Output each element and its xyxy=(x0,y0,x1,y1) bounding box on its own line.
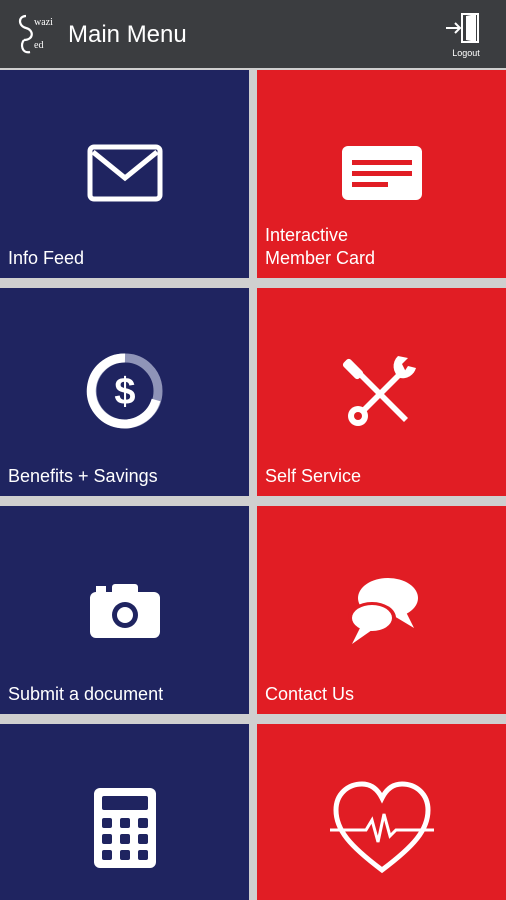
top-app-bar: wazi ed Main Menu Logout xyxy=(0,0,506,68)
logout-button[interactable]: Logout xyxy=(440,8,492,60)
calculator-icon xyxy=(93,788,156,868)
camera-icon xyxy=(89,582,160,638)
self-service-tile[interactable]: Self Service xyxy=(257,288,506,496)
calculator-tile[interactable] xyxy=(0,724,249,900)
tile-label: Submit a document xyxy=(8,684,164,704)
dollar-gauge-icon: $ xyxy=(86,352,164,430)
svg-text:ed: ed xyxy=(34,40,43,51)
info-feed-tile[interactable]: Info Feed xyxy=(0,70,249,278)
app-logo: wazi ed xyxy=(12,10,56,58)
heartbeat-icon xyxy=(329,780,434,876)
tools-icon xyxy=(342,350,422,430)
health-tile[interactable] xyxy=(257,724,506,900)
page-title: Main Menu xyxy=(68,21,187,48)
tile-label: Info Feed xyxy=(8,248,85,268)
envelope-icon xyxy=(87,144,163,202)
chat-bubbles-icon xyxy=(344,572,420,646)
member-card-tile[interactable]: Interactive Member Card xyxy=(257,70,506,278)
benefits-savings-tile[interactable]: $ Benefits + Savings xyxy=(0,288,249,496)
tile-label: Benefits + Savings xyxy=(8,466,158,486)
contact-us-tile[interactable]: Contact Us xyxy=(257,506,506,714)
logout-label: Logout xyxy=(452,48,480,58)
submit-document-tile[interactable]: Submit a document xyxy=(0,506,249,714)
menu-grid: Info Feed Interactive Member Card $ Bene… xyxy=(0,70,506,900)
tile-label: Contact Us xyxy=(265,684,355,704)
tile-label: Self Service xyxy=(265,466,362,486)
svg-text:$: $ xyxy=(114,371,135,413)
svg-text:wazi: wazi xyxy=(34,17,53,28)
member-card-icon xyxy=(341,146,422,200)
tile-label: Interactive Member Card xyxy=(265,225,376,268)
